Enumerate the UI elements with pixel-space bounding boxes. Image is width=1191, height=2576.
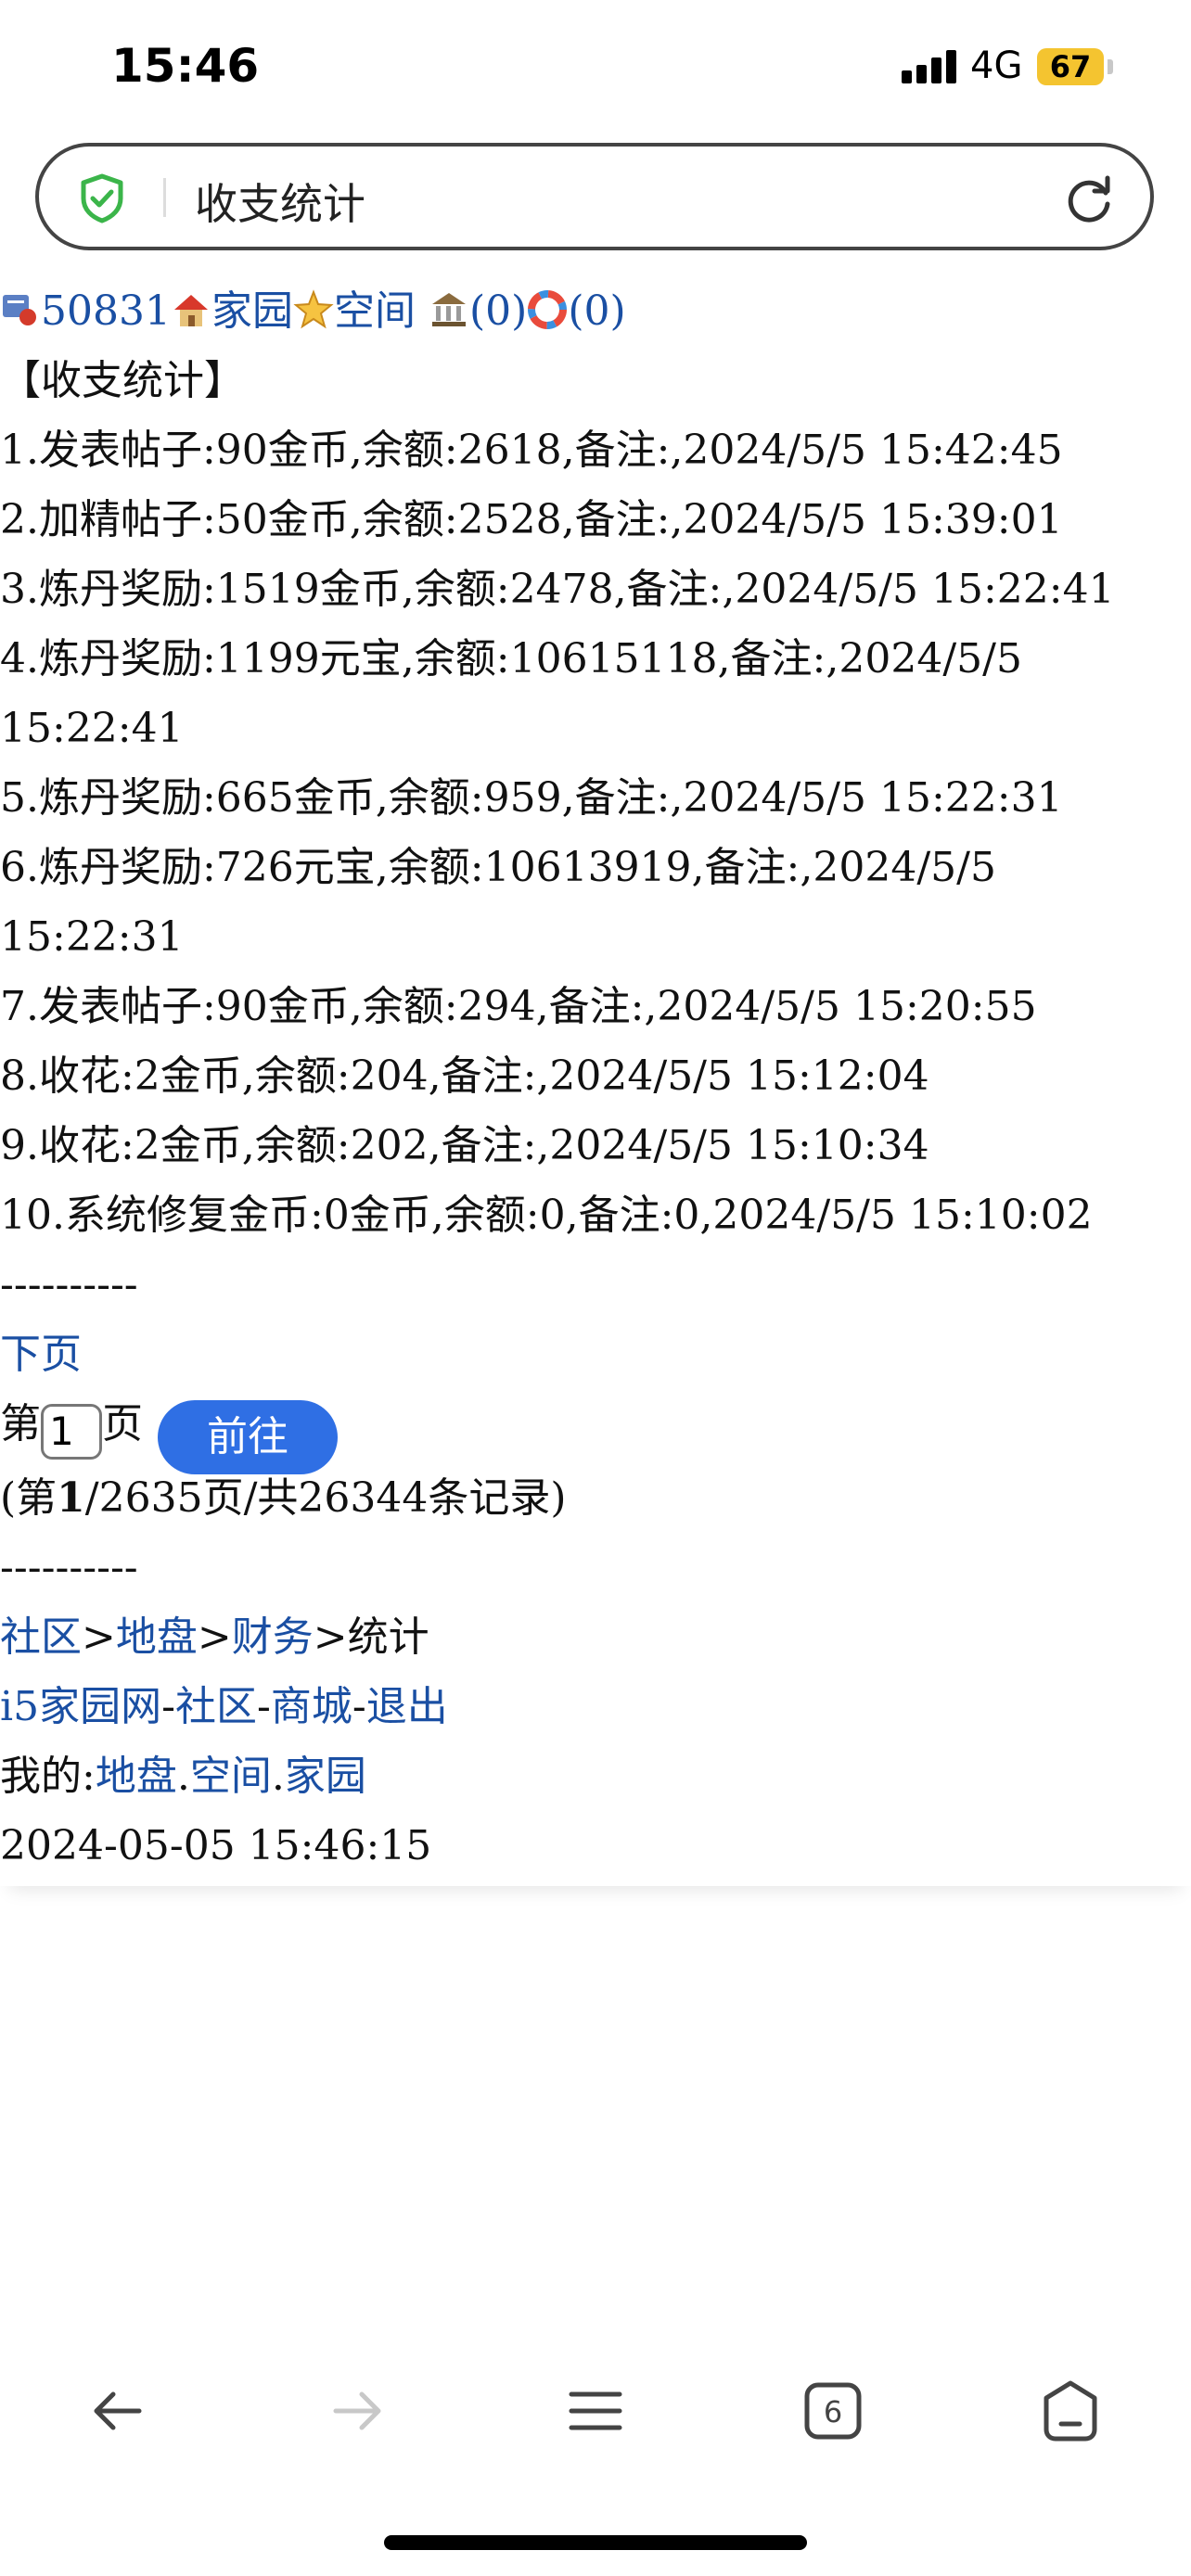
battery-cap: [1108, 59, 1113, 74]
page-jump-row: 第 1 页前往: [0, 1389, 1191, 1474]
record-item: 4.炼丹奖励:1199元宝,余额:10615118,备注:,2024/5/5 1…: [0, 635, 1022, 752]
record-item: 6.炼丹奖励:726元宝,余额:10613919,备注:,2024/5/5 15…: [0, 844, 996, 961]
next-page-link[interactable]: 下页: [0, 1331, 82, 1378]
battery-level: 67: [1049, 49, 1092, 84]
breadcrumb-sep: >: [313, 1613, 348, 1661]
current-page: 1: [57, 1474, 85, 1522]
battery-icon: 67: [1037, 48, 1104, 85]
network-type: 4G: [970, 45, 1023, 87]
breadcrumb-sep: >: [82, 1613, 116, 1661]
page-heading: 【收支统计】: [0, 357, 245, 404]
breadcrumb-community[interactable]: 社区: [0, 1613, 82, 1661]
separator: ----------: [0, 1261, 138, 1308]
forward-icon[interactable]: [319, 2374, 393, 2448]
separator: ----------: [0, 1544, 138, 1591]
address-title[interactable]: 收支统计: [195, 171, 365, 232]
tabs-icon[interactable]: 6: [796, 2374, 870, 2448]
page-content: 50831 家园 空间 (0) (0) 【收支统计】 1.发表帖子:90金币,余…: [0, 276, 1191, 1886]
site-home-link[interactable]: i5家园网: [0, 1683, 161, 1730]
go-button[interactable]: 前往: [158, 1400, 338, 1474]
breadcrumb-sep: >: [197, 1613, 232, 1661]
clock: 15:46: [111, 39, 260, 93]
signal-icon: [902, 50, 957, 83]
site-mall-link[interactable]: 商城: [271, 1683, 352, 1730]
user-icon: [3, 295, 36, 325]
site-links: i5家园网-社区-商城-退出: [0, 1672, 1191, 1741]
site-community-link[interactable]: 社区: [175, 1683, 257, 1730]
browser-toolbar: 6: [0, 2355, 1191, 2467]
user-row: 50831 家园 空间 (0) (0): [0, 276, 1191, 346]
page-summary: (第1/2635页/共26344条记录): [0, 1463, 1191, 1533]
home-indicator: [384, 2535, 807, 2550]
menu-icon[interactable]: [558, 2374, 633, 2448]
colorwheel-icon: [528, 290, 568, 329]
site-sep: -: [161, 1683, 175, 1730]
site-sep: -: [352, 1683, 366, 1730]
record-item: 8.收花:2金币,余额:204,备注:,2024/5/5 15:12:04: [0, 1052, 929, 1100]
records-list: 1.发表帖子:90金币,余额:2618,备注:,2024/5/5 15:42:4…: [0, 415, 1191, 1250]
mine-dot: .: [271, 1753, 285, 1800]
record-item: 1.发表帖子:90金币,余额:2618,备注:,2024/5/5 15:42:4…: [0, 427, 1063, 474]
logout-link[interactable]: 退出: [366, 1683, 448, 1730]
breadcrumb: 社区>地盘>财务>统计: [0, 1602, 1191, 1672]
address-divider: [163, 178, 166, 217]
summary-open: (第: [0, 1474, 58, 1522]
back-icon[interactable]: [82, 2374, 156, 2448]
summary-rest: /2635页/共26344条记录): [84, 1474, 567, 1522]
count-link-1[interactable]: (0): [469, 287, 527, 335]
status-bar: 15:46 4G 67: [0, 0, 1191, 130]
record-item: 3.炼丹奖励:1519金币,余额:2478,备注:,2024/5/5 15:22…: [0, 566, 1115, 613]
home-icon: [173, 295, 208, 326]
mine-row: 我的:地盘.空间.家园: [0, 1741, 1191, 1811]
record-item: 10.系统修复金币:0金币,余额:0,备注:0,2024/5/5 15:10:0…: [0, 1192, 1093, 1239]
shield-icon: [81, 173, 123, 223]
mine-label: 我的:: [0, 1753, 96, 1800]
page-suffix: 页: [102, 1400, 143, 1447]
record-item: 9.收花:2金币,余额:202,备注:,2024/5/5 15:10:34: [0, 1122, 929, 1169]
record-item: 5.炼丹奖励:665金币,余额:959,备注:,2024/5/5 15:22:3…: [0, 774, 1063, 822]
mine-dot: .: [176, 1753, 190, 1800]
home-link[interactable]: 家园: [211, 287, 293, 335]
svg-text:6: 6: [824, 2394, 842, 2429]
bank-icon: [431, 293, 466, 326]
count-link-2[interactable]: (0): [568, 287, 625, 335]
page-number-input[interactable]: 1: [41, 1404, 102, 1460]
breadcrumb-current: 统计: [347, 1613, 429, 1661]
record-item: 7.发表帖子:90金币,余额:294,备注:,2024/5/5 15:20:55: [0, 983, 1037, 1030]
reload-icon[interactable]: [1063, 172, 1117, 226]
breadcrumb-land[interactable]: 地盘: [116, 1613, 198, 1661]
address-bar[interactable]: 收支统计: [35, 143, 1154, 250]
page-prefix: 第: [0, 1400, 41, 1447]
home-browser-icon[interactable]: [1033, 2374, 1108, 2448]
page-timestamp: 2024-05-05 15:46:15: [0, 1822, 432, 1869]
mine-home-link[interactable]: 家园: [285, 1753, 366, 1800]
space-link[interactable]: 空间: [334, 287, 416, 335]
record-item: 2.加精帖子:50金币,余额:2528,备注:,2024/5/5 15:39:0…: [0, 496, 1063, 543]
site-sep: -: [256, 1683, 271, 1730]
user-id-link[interactable]: 50831: [41, 287, 171, 335]
breadcrumb-finance[interactable]: 财务: [232, 1613, 314, 1661]
mine-space-link[interactable]: 空间: [190, 1753, 272, 1800]
star-icon: [293, 289, 334, 329]
mine-land-link[interactable]: 地盘: [96, 1753, 177, 1800]
